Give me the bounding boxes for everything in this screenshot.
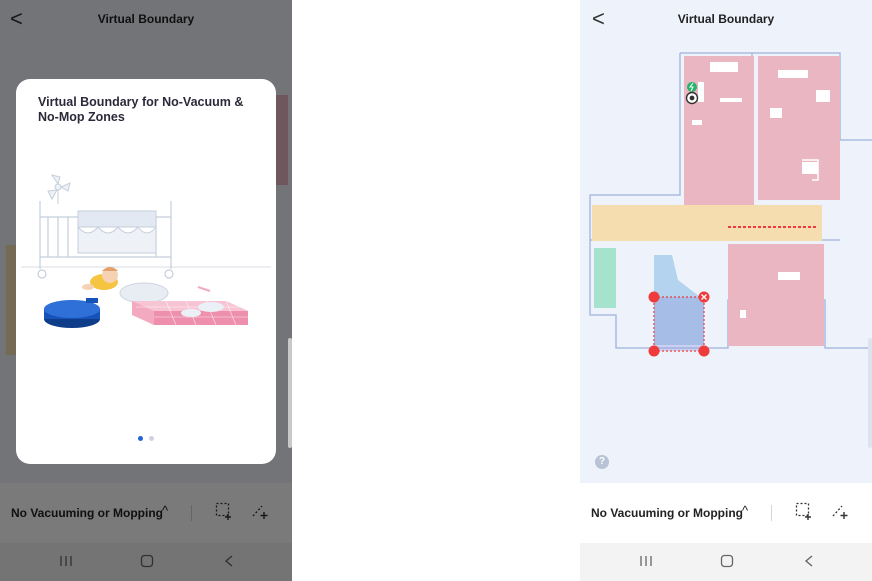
- floor-map[interactable]: [580, 0, 872, 480]
- right-phone-screen: < Virtual Boundary ? No Vacuuming or Mop…: [580, 0, 872, 581]
- no-go-zone[interactable]: [653, 296, 705, 352]
- recent-apps-icon[interactable]: [639, 554, 653, 568]
- room-master-bath[interactable]: [758, 140, 840, 200]
- divider: [771, 505, 772, 521]
- tutorial-modal: Virtual Boundary for No-Vacuum & No-Mop …: [16, 79, 276, 464]
- modal-title: Virtual Boundary for No-Vacuum & No-Mop …: [38, 95, 244, 124]
- room-living[interactable]: [728, 244, 824, 346]
- bottom-toolbar: No Vacuuming or Mopping ^: [580, 483, 872, 543]
- side-handle[interactable]: [868, 338, 872, 448]
- home-icon[interactable]: [720, 554, 734, 568]
- room-bedroom[interactable]: [684, 56, 754, 206]
- system-nav-bar: [580, 543, 872, 581]
- room-green[interactable]: [594, 248, 616, 308]
- chevron-up-icon[interactable]: ^: [742, 503, 748, 518]
- left-phone-screen: < Virtual Boundary No Vacuuming or Moppi…: [0, 0, 292, 581]
- zone-handle-bottom-right[interactable]: [698, 345, 710, 357]
- room-corridor[interactable]: [592, 205, 822, 241]
- mode-selector-label[interactable]: No Vacuuming or Mopping: [591, 506, 743, 520]
- zone-handle-top-left[interactable]: [648, 291, 660, 303]
- rectangle-add-icon[interactable]: [795, 502, 813, 520]
- line-add-icon[interactable]: [831, 502, 849, 520]
- zone-handle-bottom-left[interactable]: [648, 345, 660, 357]
- tutorial-illustration: [21, 174, 271, 328]
- pager-dot[interactable]: [149, 436, 154, 441]
- pager-dot-active[interactable]: [138, 436, 143, 441]
- help-icon[interactable]: ?: [595, 455, 609, 469]
- back-icon[interactable]: [802, 554, 816, 568]
- side-handle[interactable]: [288, 338, 292, 448]
